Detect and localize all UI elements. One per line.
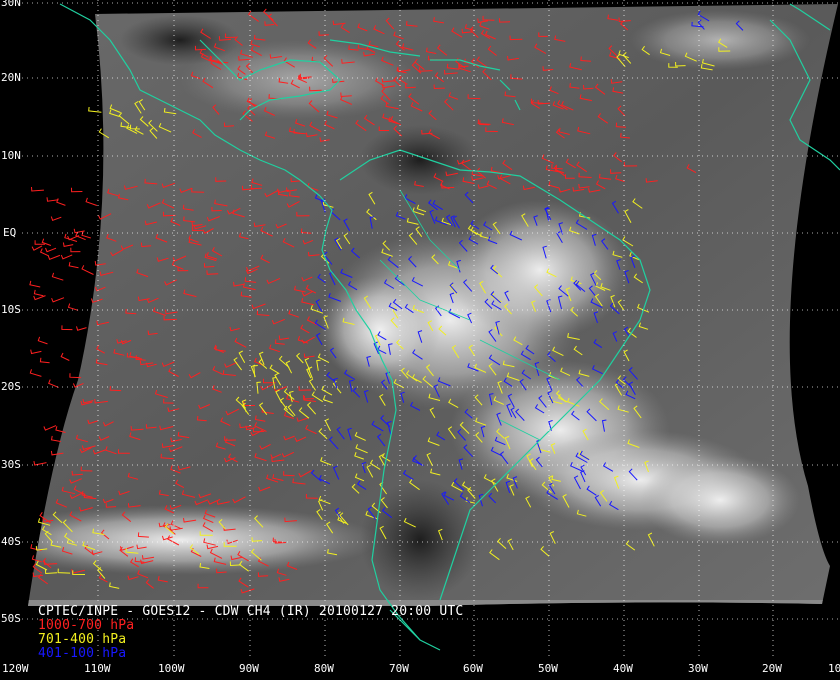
wind-barb: [30, 349, 42, 355]
wind-barb: [33, 295, 46, 301]
wind-barb: [70, 247, 81, 253]
wind-barb: [61, 325, 73, 331]
wind-barb: [51, 297, 65, 303]
lon-label-70w: 70W: [389, 662, 409, 675]
lat-label-10s: 10S: [1, 303, 21, 316]
lat-label-50s: 50S: [1, 612, 21, 625]
wind-barb: [31, 245, 43, 251]
lat-label-30n: 30N: [1, 0, 21, 9]
wind-barb: [81, 231, 91, 239]
lon-label-90w: 90W: [239, 662, 259, 675]
wind-barb: [45, 247, 57, 253]
lon-label-80w: 80W: [314, 662, 334, 675]
wind-barb: [88, 106, 102, 113]
wind-barb: [39, 248, 50, 257]
lon-label-10w: 10W: [828, 662, 840, 675]
wind-barb: [48, 379, 59, 388]
wind-barb: [29, 369, 42, 377]
lon-label-100w: 100W: [158, 662, 185, 675]
wind-barb: [33, 460, 47, 466]
legend-high-level: 401-100 hPa: [38, 646, 127, 661]
lon-label-40w: 40W: [613, 662, 633, 675]
wind-barb: [62, 242, 74, 247]
lon-label-110w: 110W: [84, 662, 111, 675]
lat-label-eq: EQ: [3, 226, 17, 239]
map-canvas: [22, 0, 840, 660]
wind-barb: [33, 289, 44, 297]
wind-barb: [31, 186, 44, 192]
lon-label-20w: 20W: [762, 662, 782, 675]
wind-barb: [50, 435, 61, 442]
wind-barb: [60, 254, 73, 260]
lon-label-120w: 120W: [2, 662, 29, 675]
wind-barb: [50, 216, 62, 221]
wind-barb: [60, 352, 70, 361]
lon-label-60w: 60W: [463, 662, 483, 675]
wind-barb: [85, 197, 98, 206]
wind-barb: [43, 425, 57, 431]
wind-barb: [76, 326, 87, 331]
wind-barb: [46, 197, 59, 202]
wind-barb: [37, 336, 48, 345]
wind-barb: [34, 240, 45, 245]
wind-barb: [71, 187, 83, 193]
lat-label-20s: 20S: [1, 380, 21, 393]
lat-label-20n: 20N: [1, 71, 21, 84]
caption-title: CPTEC/INPE - GOES12 - CDW CH4 (IR) 20100…: [38, 604, 464, 619]
legend-mid-level: 701-400 hPa: [38, 632, 127, 647]
lat-label-30s: 30S: [1, 458, 21, 471]
wind-barb: [67, 303, 79, 311]
lat-label-40s: 40S: [1, 535, 21, 548]
wind-barb: [81, 265, 94, 275]
wind-barb: [29, 280, 41, 288]
lon-label-50w: 50W: [538, 662, 558, 675]
wind-barb: [51, 272, 64, 281]
wind-barb: [39, 357, 50, 364]
lat-label-10n: 10N: [1, 149, 21, 162]
wind-barb: [68, 261, 79, 269]
lon-label-30w: 30W: [688, 662, 708, 675]
wind-barb: [56, 198, 66, 206]
legend-low-level: 1000-700 hPa: [38, 618, 135, 633]
wind-barb: [47, 254, 61, 260]
satellite-wind-map: 30N 20N 10N EQ 10S 20S 30S 40S 50S 120W …: [0, 0, 840, 680]
